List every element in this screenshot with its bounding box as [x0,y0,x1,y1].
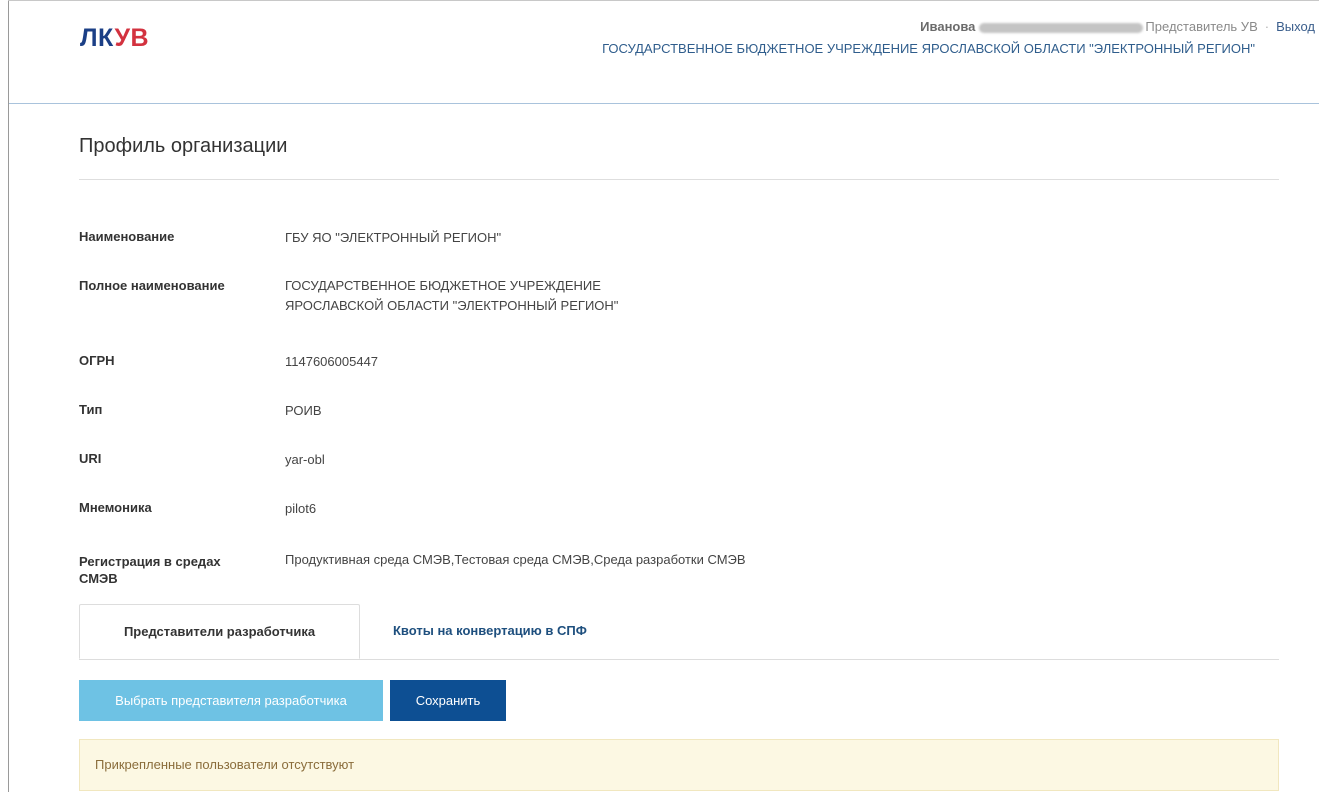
page-title: Профиль организации [79,135,288,157]
tab-developer-representatives[interactable]: Представители разработчика [79,604,360,659]
logo-text-part1: ЛК [80,24,115,52]
user-name: Иванова [920,19,976,34]
window-left-border [8,0,9,792]
save-button[interactable]: Сохранить [390,680,506,721]
field-value-full-name-line1: ГОСУДАРСТВЕННОЕ БЮДЖЕТНОЕ УЧРЕЖДЕНИЕ [285,278,601,293]
user-name-redacted [979,22,1144,33]
user-info: Иванова Представитель УВ · Выход [920,19,1315,34]
field-label-mnemonic: Мнемоника [79,500,152,515]
organization-name: ГОСУДАРСТВЕННОЕ БЮДЖЕТНОЕ УЧРЕЖДЕНИЕ ЯРО… [602,41,1255,56]
separator: · [1264,19,1270,34]
field-label-type: Тип [79,402,103,417]
empty-users-alert: Прикрепленные пользователи отсутствуют [79,739,1279,791]
logout-link[interactable]: Выход [1276,19,1315,34]
field-label-smev-registration-line2: СМЭВ [79,571,118,586]
field-value-full-name-line2: ЯРОСЛАВСКОЙ ОБЛАСТИ "ЭЛЕКТРОННЫЙ РЕГИОН" [285,298,619,313]
field-value-ogrn: 1147606005447 [285,354,379,369]
user-role: Представитель УВ [1145,19,1258,34]
logo-text-part2: УВ [114,24,150,52]
field-value-uri: yar-obl [285,452,325,467]
app-header: ЛКУВ Иванова Представитель УВ · Выход ГОСУД… [9,1,1319,104]
title-divider [79,179,1279,180]
field-label-uri: URI [79,451,102,466]
tab-bar: Представители разработчика Квоты на конв… [79,604,1279,660]
field-value-mnemonic: pilot6 [285,501,317,516]
app-logo[interactable]: ЛКУВ [80,24,149,53]
field-label-ogrn: ОГРН [79,353,115,368]
field-label-full-name: Полное наименование [79,278,225,293]
field-label-smev-registration-line1: Регистрация в средах [79,554,221,569]
field-value-type: РОИВ [285,403,322,418]
select-developer-representative-button[interactable]: Выбрать представителя разработчика [79,680,383,721]
tab-spf-conversion-quotas[interactable]: Квоты на конвертацию в СПФ [393,604,587,658]
field-value-smev-registration: Продуктивная среда СМЭВ,Тестовая среда С… [285,552,746,567]
field-label-name: Наименование [79,229,175,244]
field-value-name: ГБУ ЯО "ЭЛЕКТРОННЫЙ РЕГИОН" [285,230,502,245]
